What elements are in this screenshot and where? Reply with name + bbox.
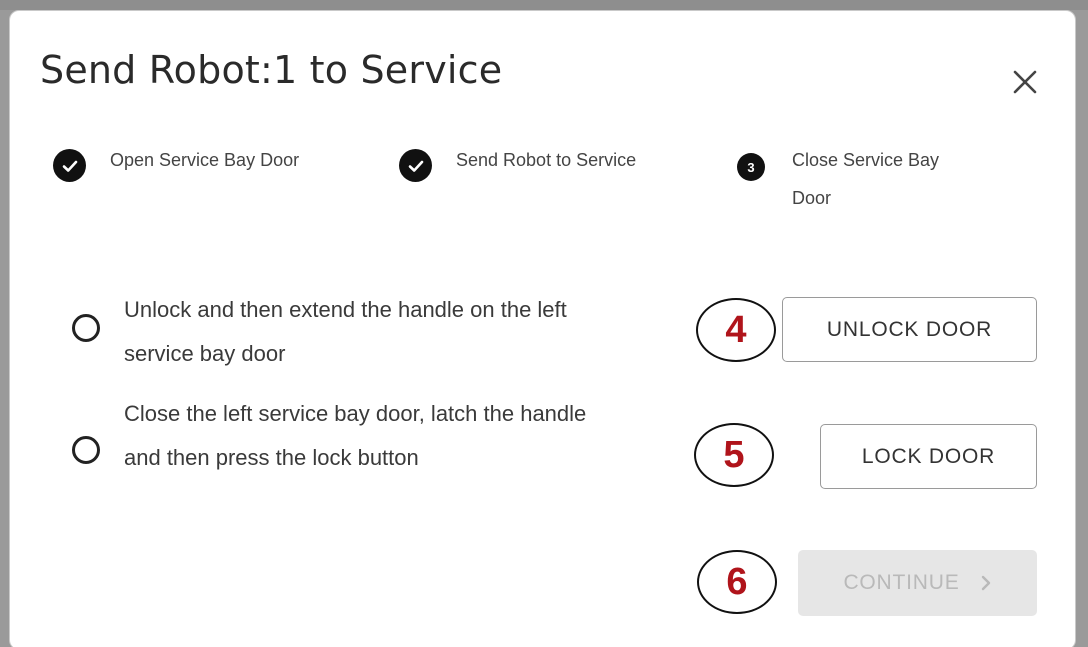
annotation-marker-5: 5: [694, 423, 774, 487]
annotation-marker-6: 6: [697, 550, 777, 614]
continue-button[interactable]: CONTINUE: [798, 550, 1037, 616]
task-unlock-text: Unlock and then extend the handle on the…: [124, 297, 567, 366]
chevron-right-icon: [980, 575, 992, 591]
check-circle-icon: [399, 149, 432, 182]
annotation-marker-4: 4: [696, 298, 776, 362]
task-lock-radio[interactable]: [72, 436, 100, 464]
close-button[interactable]: [1006, 63, 1046, 103]
lock-door-label: LOCK DOOR: [861, 444, 996, 468]
step-label: Close Service Bay Door: [792, 150, 940, 208]
step-label: Send Robot to Service: [456, 150, 637, 170]
unlock-door-label: UNLOCK DOOR: [826, 317, 993, 341]
step-label: Open Service Bay Door: [110, 150, 300, 170]
task-unlock-radio[interactable]: [72, 314, 100, 342]
dialog-title: Send Robot:1 to Service: [40, 48, 503, 92]
step-number-badge: 3: [737, 153, 765, 181]
check-circle-icon: [53, 149, 86, 182]
unlock-door-button[interactable]: UNLOCK DOOR: [782, 297, 1037, 362]
continue-label: CONTINUE: [843, 571, 960, 594]
task-lock-text: Close the left service bay door, latch t…: [124, 401, 587, 470]
close-icon: [1013, 70, 1037, 94]
screen: Send Robot:1 to Service Open Service Bay…: [0, 0, 1088, 647]
page-backdrop: [0, 0, 1088, 10]
lock-door-button[interactable]: LOCK DOOR: [820, 424, 1037, 489]
